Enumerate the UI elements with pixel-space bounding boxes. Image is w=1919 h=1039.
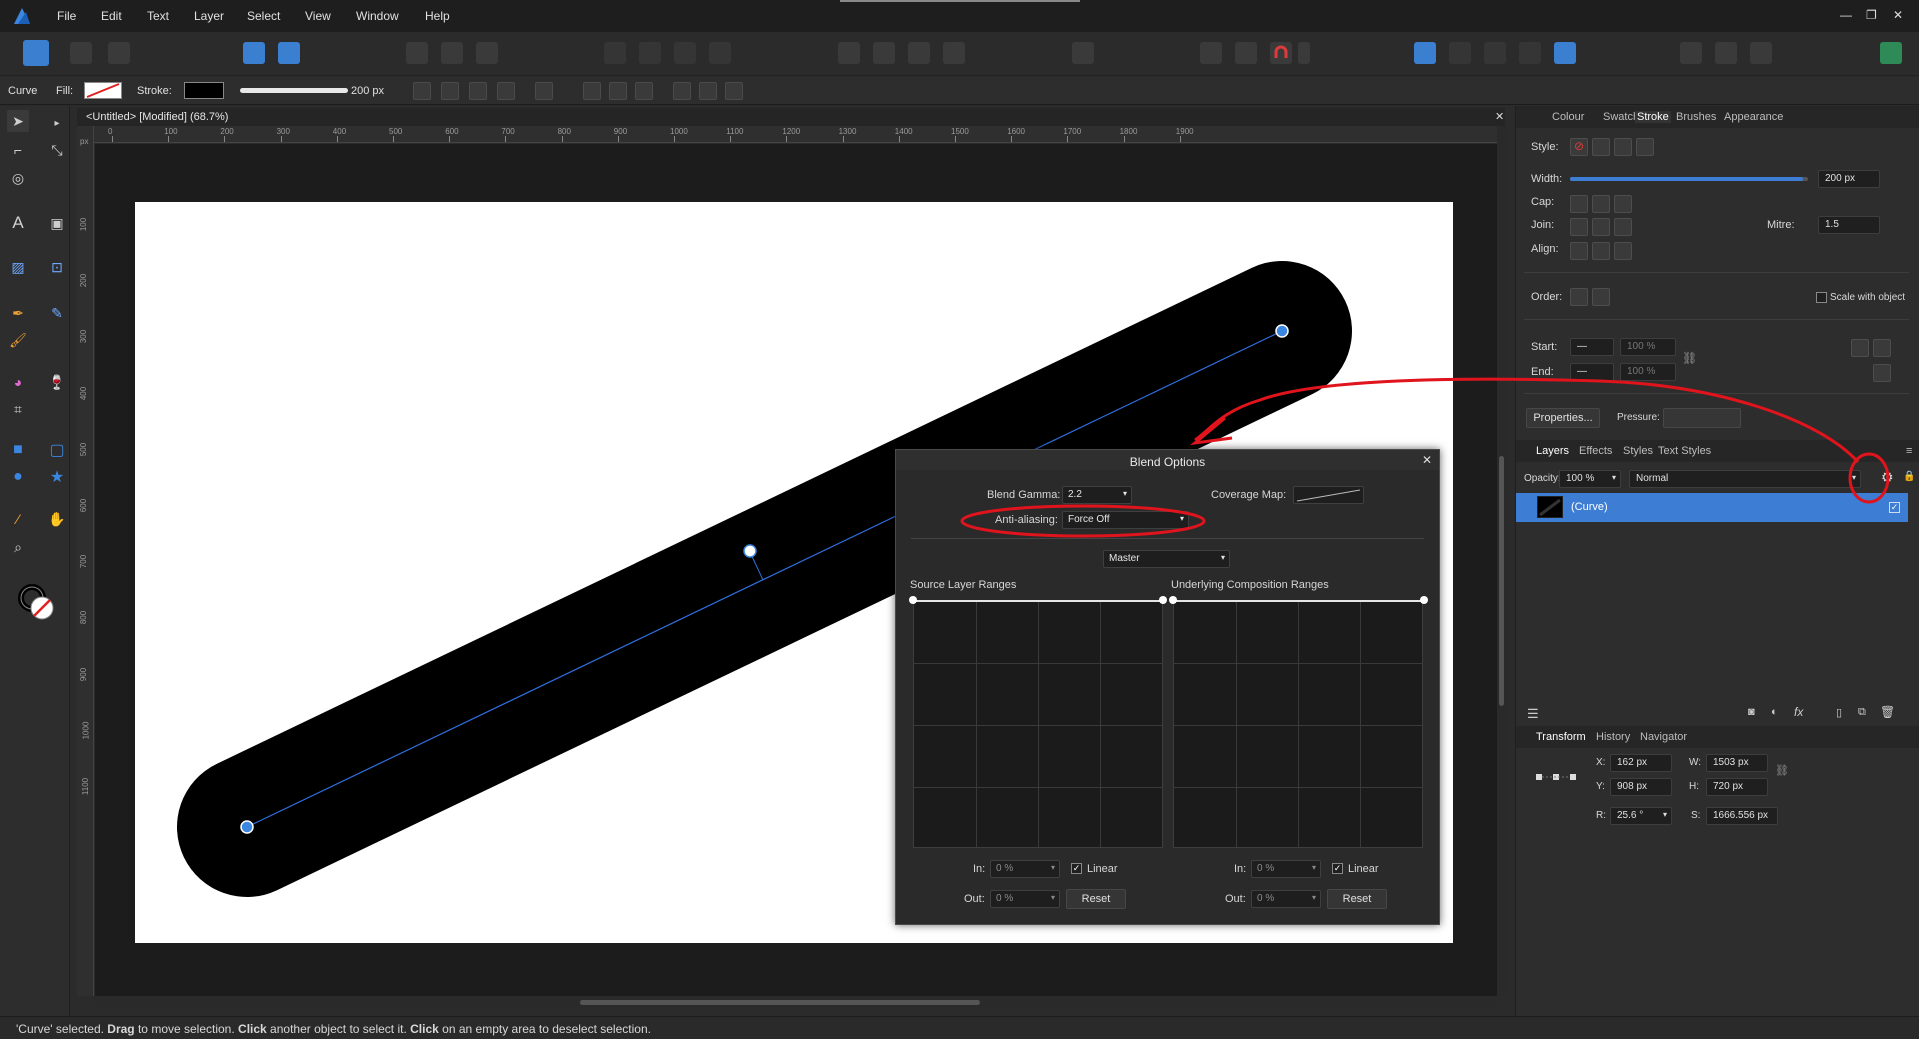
status-part: 'Curve' selected. bbox=[16, 1022, 108, 1036]
annotation-overlay bbox=[960, 377, 1890, 538]
status-part: on an empty area to deselect selection. bbox=[438, 1022, 651, 1036]
status-bold-click: Click bbox=[410, 1022, 439, 1036]
annotation-circle-antialiasing bbox=[960, 504, 1206, 538]
status-bold-click: Click bbox=[238, 1022, 267, 1036]
annotation-arrowhead bbox=[1190, 416, 1233, 446]
status-part: another object to select it. bbox=[266, 1022, 411, 1036]
status-bar: 'Curve' selected. Drag to move selection… bbox=[0, 1016, 1919, 1039]
status-bold-drag: Drag bbox=[107, 1022, 135, 1036]
status-part: to move selection. bbox=[134, 1022, 239, 1036]
annotation-arrow-path bbox=[1194, 377, 1860, 464]
status-text: 'Curve' selected. Drag to move selection… bbox=[16, 1022, 651, 1036]
